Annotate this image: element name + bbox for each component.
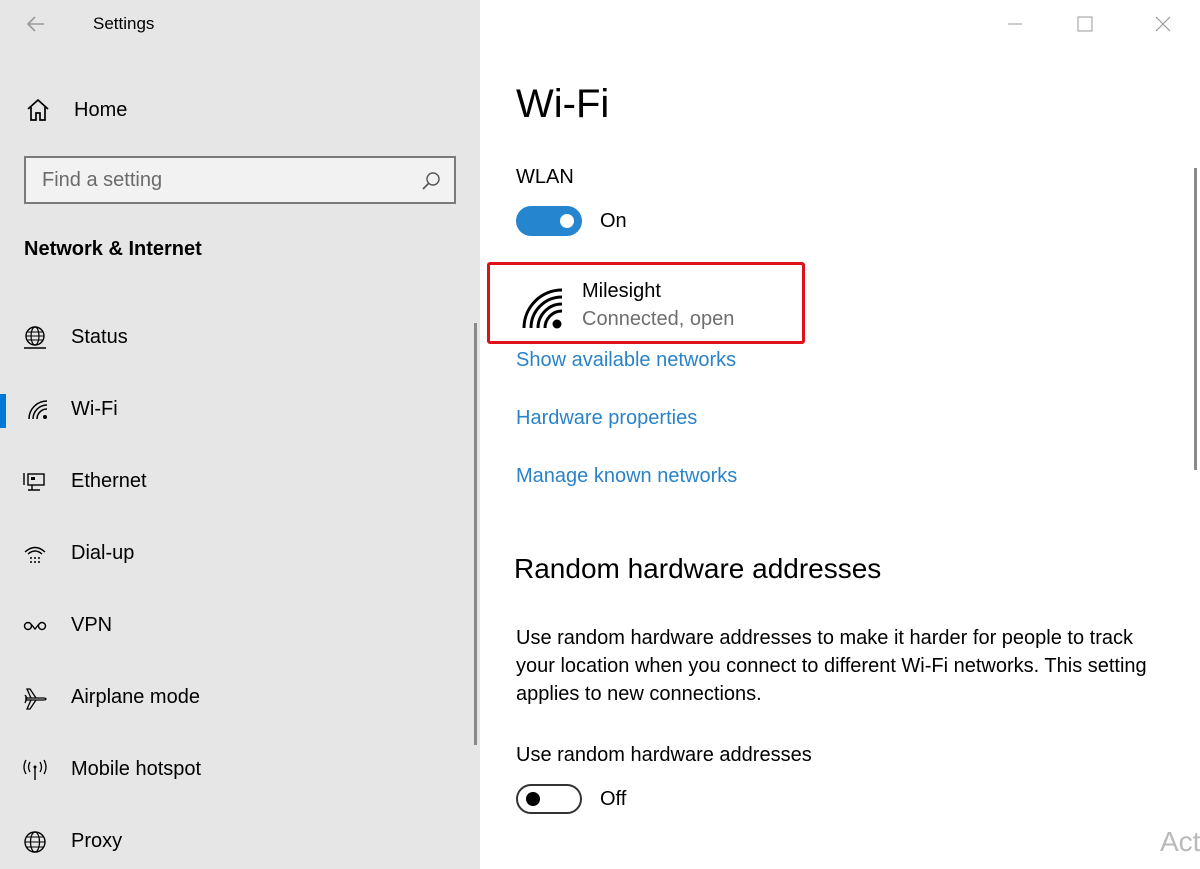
sidebar-item-label: Airplane mode [71,686,200,708]
home-label: Home [74,98,128,121]
sidebar-item-label: Wi-Fi [71,398,118,420]
sidebar-item-label: Dial-up [71,542,135,564]
random-hardware-label: Use random hardware addresses [516,744,812,766]
wlan-toggle[interactable] [516,206,582,236]
search-input[interactable]: Find a setting [24,156,456,204]
hardware-properties-link[interactable]: Hardware properties [516,407,697,430]
wlan-state: On [600,210,627,232]
sidebar-item-vpn[interactable]: VPN [0,602,470,650]
random-hardware-heading: Random hardware addresses [514,553,882,584]
search-placeholder: Find a setting [42,169,163,191]
ethernet-icon [23,473,45,491]
network-status: Connected, open [582,308,735,330]
vpn-icon [23,621,47,631]
hotspot-icon [23,759,47,780]
dialup-icon [24,546,46,563]
maximize-icon [1077,16,1093,32]
sidebar-item-label: Ethernet [71,470,147,492]
airplane-icon [24,688,47,710]
sidebar-item-proxy[interactable]: Proxy [0,818,470,866]
back-button[interactable] [22,10,52,40]
manage-known-networks-link[interactable]: Manage known networks [516,465,737,488]
toggle-knob [526,792,540,806]
sidebar-item-label: Proxy [71,830,123,852]
random-hardware-state: Off [600,788,627,810]
search-icon[interactable] [420,170,442,192]
main-scrollbar[interactable] [1194,168,1197,470]
section-title: Network & Internet [24,238,202,260]
network-name: Milesight [582,280,661,302]
toggle-knob [560,214,574,228]
sidebar-item-airplane[interactable]: Airplane mode [0,674,470,722]
app-title: Settings [93,14,155,33]
close-button[interactable] [1130,0,1200,48]
minimize-icon [1008,23,1022,25]
wifi-icon [28,400,48,420]
sidebar: Settings Home Find a setting Network & I… [0,0,480,869]
sidebar-item-label: Status [71,326,128,348]
sidebar-item-label: Mobile hotspot [71,758,202,780]
minimize-button[interactable] [990,0,1060,48]
random-hardware-toggle[interactable] [516,784,582,814]
close-icon [1155,16,1171,32]
globe-status-icon [24,326,46,349]
sidebar-home[interactable]: Home [24,94,127,126]
globe-icon [24,831,46,853]
activation-watermark: Act [1160,826,1200,857]
wlan-label: WLAN [516,166,574,188]
page-title: Wi-Fi [516,82,610,126]
show-available-networks-link[interactable]: Show available networks [516,349,736,372]
sidebar-item-hotspot[interactable]: Mobile hotspot [0,746,470,794]
arrow-left-icon [26,16,44,32]
window-controls [990,0,1200,48]
connected-network[interactable]: Milesight Connected, open [487,262,805,344]
sidebar-item-wifi[interactable]: Wi-Fi [0,386,470,434]
selection-indicator [0,394,6,428]
sidebar-item-dialup[interactable]: Dial-up [0,530,470,578]
home-icon [27,98,49,121]
random-hardware-description: Use random hardware addresses to make it… [516,627,1147,705]
sidebar-item-label: VPN [71,614,113,636]
sidebar-scrollbar[interactable] [474,323,477,745]
wifi-signal-icon [522,288,563,329]
sidebar-item-ethernet[interactable]: Ethernet [0,458,470,506]
maximize-button[interactable] [1060,0,1130,48]
sidebar-item-status[interactable]: Status [0,314,470,362]
